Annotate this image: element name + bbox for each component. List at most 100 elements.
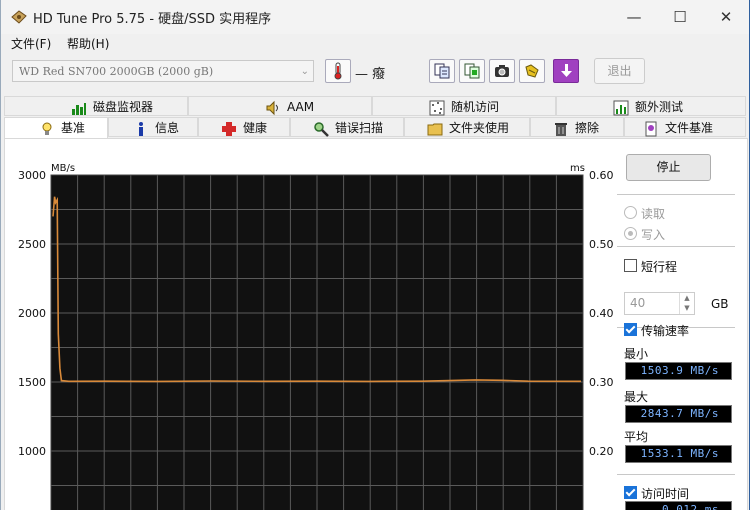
gb-unit-label: GB [711, 297, 729, 311]
tab-label: 健康 [243, 121, 268, 135]
lightbulb-icon [42, 122, 52, 135]
menu-file[interactable]: 文件(F) [11, 35, 51, 52]
copy-info-button[interactable] [429, 59, 455, 83]
tab-label: AAM [287, 100, 315, 114]
health-icon [525, 64, 539, 78]
title-bar[interactable]: HD Tune Pro 5.75 - 硬盘/SSD 实用程序 — ☐ ✕ [1, 0, 749, 34]
trash-icon [555, 122, 567, 136]
y-left-tick-label: 1500 [18, 376, 46, 389]
tab-info[interactable]: 信息 [108, 117, 198, 137]
transfer-rate-label: 传输速率 [641, 324, 690, 338]
tab-random-access[interactable]: 随机访问 [372, 96, 556, 116]
tab-health[interactable]: 健康 [198, 117, 290, 137]
write-radio[interactable]: 写入 [624, 226, 665, 243]
info-icon [139, 121, 143, 136]
folder-icon [427, 123, 443, 135]
min-label: 最小 [624, 347, 649, 361]
y-left-tick-label: 3000 [18, 169, 46, 182]
file-benchmark-icon [645, 121, 657, 136]
avg-label: 平均 [624, 430, 649, 444]
short-stroke-checkbox[interactable]: 短行程 [624, 258, 677, 275]
avg-value: 1533.1 MB/s [625, 445, 732, 463]
tab-benchmark[interactable]: 基准 [4, 117, 108, 139]
radio-circle-selected [624, 227, 637, 240]
camera-icon [495, 65, 509, 77]
write-label: 写入 [641, 228, 666, 242]
drive-select-value: WD Red SN700 2000GB (2000 gB) [19, 65, 214, 78]
tab-folder-usage[interactable]: 文件夹使用 [404, 117, 530, 137]
read-radio[interactable]: 读取 [624, 205, 665, 222]
max-value: 2843.7 MB/s [625, 405, 732, 423]
checkbox-box-checked [624, 323, 637, 336]
tab-label: 文件基准 [665, 121, 714, 135]
chevron-down-icon: ⌄ [300, 66, 309, 77]
short-stroke-stepper[interactable]: 40 ▲ ▼ [624, 292, 695, 315]
stepper-arrows-icon[interactable]: ▲ ▼ [679, 293, 694, 314]
tab-strip: 磁盘监视器 AAM 随机访问 额外测试 基准 信息 健康 错误扫描 文件夹使用 … [4, 96, 748, 140]
y-left-tick-label: 2000 [18, 307, 46, 320]
divider [617, 194, 735, 195]
screenshot-button[interactable] [489, 59, 515, 83]
tab-file-benchmark[interactable]: 文件基准 [624, 117, 746, 137]
access-time-value: 0.012 ms [625, 501, 732, 510]
checkbox-box [624, 259, 637, 272]
copy-info-icon [434, 63, 450, 79]
tab-erase[interactable]: 擦除 [530, 117, 624, 137]
toolbar: WD Red SN700 2000GB (2000 gB) ⌄ — 癈 退出 [1, 55, 749, 89]
monitor-chart-icon [72, 102, 86, 115]
y-left-unit: MB/s [51, 163, 75, 174]
stop-button[interactable]: 停止 [626, 154, 711, 181]
tab-extra-tests[interactable]: 额外测试 [556, 96, 746, 116]
speaker-icon [266, 100, 278, 115]
menu-bar: 文件(F) 帮助(H) [1, 34, 749, 54]
tab-label: 额外测试 [635, 100, 684, 114]
tab-label: 文件夹使用 [449, 121, 510, 135]
health-cross-icon [222, 121, 236, 136]
short-stroke-label: 短行程 [641, 260, 678, 274]
thermometer-icon [334, 62, 342, 80]
maximize-button[interactable]: ☐ [657, 0, 703, 34]
extra-tests-icon [613, 100, 629, 115]
copy-screen-button[interactable] [459, 59, 485, 83]
max-label: 最大 [624, 390, 649, 404]
radio-circle [624, 206, 637, 219]
magnifier-icon [314, 121, 329, 137]
y-right-unit: ms [570, 163, 585, 174]
y-left-tick-label: 2500 [18, 238, 46, 251]
divider [617, 474, 735, 475]
access-time-checkbox[interactable]: 访问时间 [624, 485, 689, 502]
exit-button[interactable]: 退出 [594, 58, 645, 84]
y-left-tick-label: 1000 [18, 445, 46, 458]
benchmark-controls: 停止 读取 写入 短行程 40 ▲ ▼ GB 传输速率 最小 1503.9 MB/… [617, 149, 745, 510]
y-right-tick-label: 0.30 [589, 376, 614, 389]
menu-help[interactable]: 帮助(H) [67, 35, 109, 52]
stepper-value: 40 [630, 296, 646, 310]
window-title: HD Tune Pro 5.75 - 硬盘/SSD 实用程序 [33, 12, 272, 27]
save-down-icon [561, 64, 572, 77]
temperature-readout: — 癈 [355, 67, 386, 82]
y-right-tick-label: 0.20 [589, 445, 614, 458]
tab-label: 错误扫描 [335, 121, 384, 135]
temperature-button[interactable] [325, 59, 351, 83]
save-button[interactable] [553, 59, 579, 83]
min-value: 1503.9 MB/s [625, 362, 732, 380]
app-window: HD Tune Pro 5.75 - 硬盘/SSD 实用程序 — ☐ ✕ 文件(… [0, 0, 749, 510]
close-button[interactable]: ✕ [703, 0, 749, 34]
hdtune-logo-icon [11, 10, 27, 24]
tab-label: 擦除 [575, 121, 600, 135]
health-options-button[interactable] [519, 59, 545, 83]
tab-error-scan[interactable]: 错误扫描 [290, 117, 404, 137]
tab-aam[interactable]: AAM [188, 96, 372, 116]
benchmark-chart: MB/s ms 3000 0.60 2500 0.50 2000 0.40 1500 0.30 10… [18, 163, 614, 510]
random-access-icon [429, 100, 445, 115]
copy-screen-icon [464, 63, 480, 79]
drive-select[interactable]: WD Red SN700 2000GB (2000 gB) ⌄ [12, 60, 314, 82]
tab-disk-monitor[interactable]: 磁盘监视器 [4, 96, 188, 116]
transfer-rate-checkbox[interactable]: 传输速率 [624, 322, 689, 339]
y-right-tick-label: 0.50 [589, 238, 614, 251]
tab-label: 随机访问 [451, 100, 500, 114]
minimize-button[interactable]: — [611, 0, 657, 34]
benchmark-panel: MB/s ms 3000 0.60 2500 0.50 2000 0.40 1500 0.30 10… [4, 138, 748, 510]
checkbox-box-checked [624, 486, 637, 499]
tab-label: 基准 [61, 121, 86, 135]
